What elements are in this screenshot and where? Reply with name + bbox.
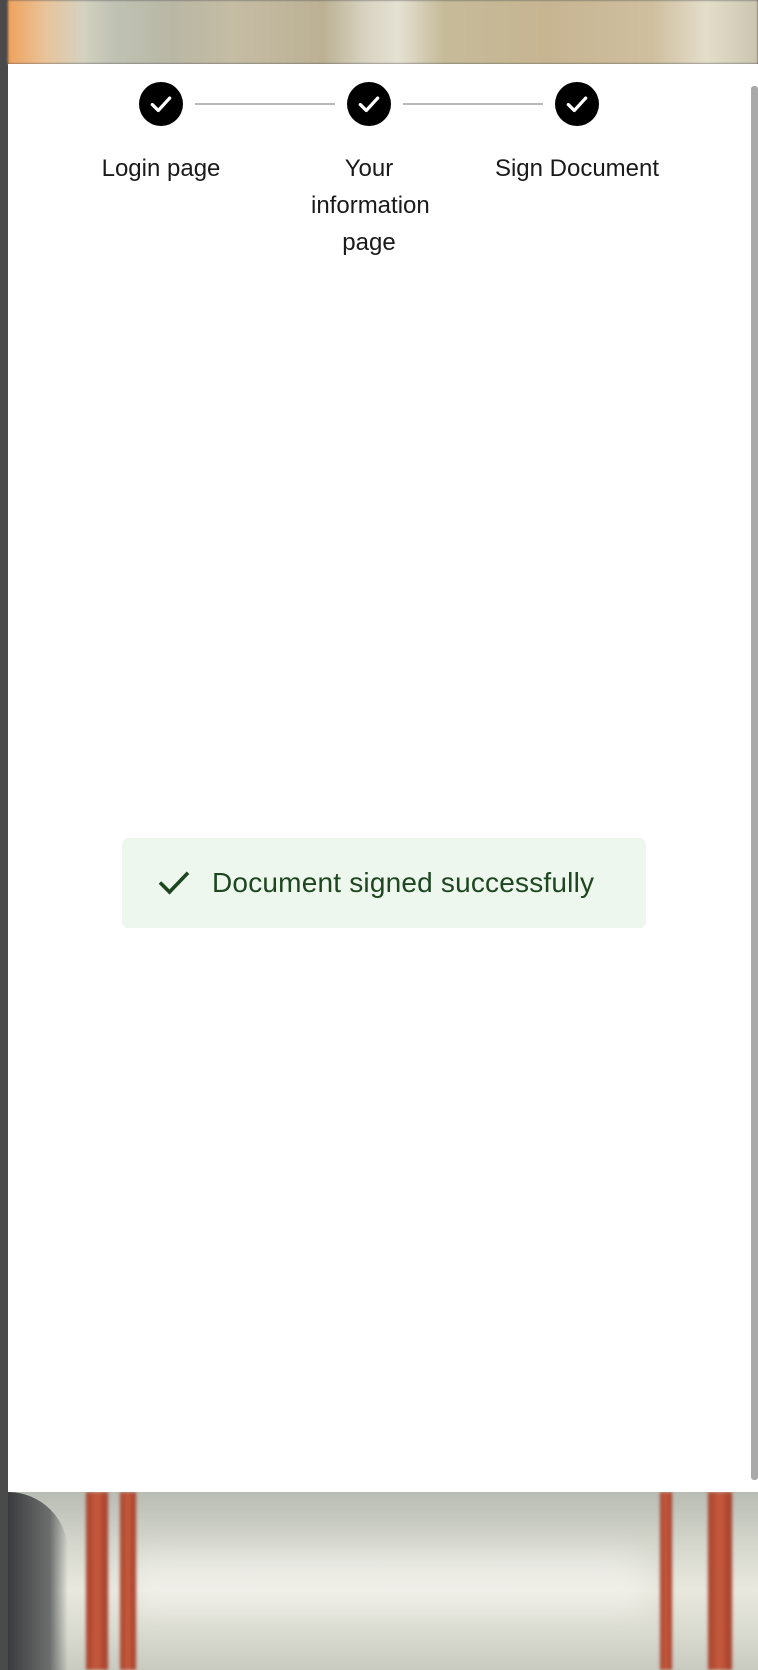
alert-message: Document signed successfully bbox=[212, 867, 595, 898]
signing-panel: Login page Your information page Sign Do… bbox=[8, 64, 758, 1492]
step-login-page: Login page bbox=[61, 82, 261, 187]
background-stripe bbox=[660, 1492, 672, 1670]
check-icon bbox=[156, 865, 192, 901]
vertical-scrollbar[interactable] bbox=[751, 86, 758, 1480]
background-dark-edge bbox=[8, 1492, 68, 1670]
background-photo-top bbox=[8, 0, 758, 64]
progress-stepper: Login page Your information page Sign Do… bbox=[8, 82, 758, 282]
step-label: Sign Document bbox=[494, 155, 660, 182]
background-stripe bbox=[708, 1492, 732, 1670]
step-your-information-page: Your information page bbox=[269, 82, 469, 261]
window-left-edge bbox=[0, 0, 8, 1670]
background-stripe bbox=[120, 1492, 136, 1670]
check-icon bbox=[358, 96, 380, 113]
step-label: Login page bbox=[101, 155, 221, 182]
step-completed-badge bbox=[555, 82, 599, 126]
step-label: Your information page bbox=[311, 155, 430, 256]
step-completed-badge bbox=[139, 82, 183, 126]
check-icon bbox=[150, 96, 172, 113]
background-stripe bbox=[86, 1492, 108, 1670]
check-icon bbox=[566, 96, 588, 113]
background-photo-bottom bbox=[8, 1492, 758, 1670]
step-sign-document: Sign Document bbox=[477, 82, 677, 187]
success-alert: Document signed successfully bbox=[122, 838, 646, 928]
step-completed-badge bbox=[347, 82, 391, 126]
background-glare bbox=[128, 1552, 648, 1612]
